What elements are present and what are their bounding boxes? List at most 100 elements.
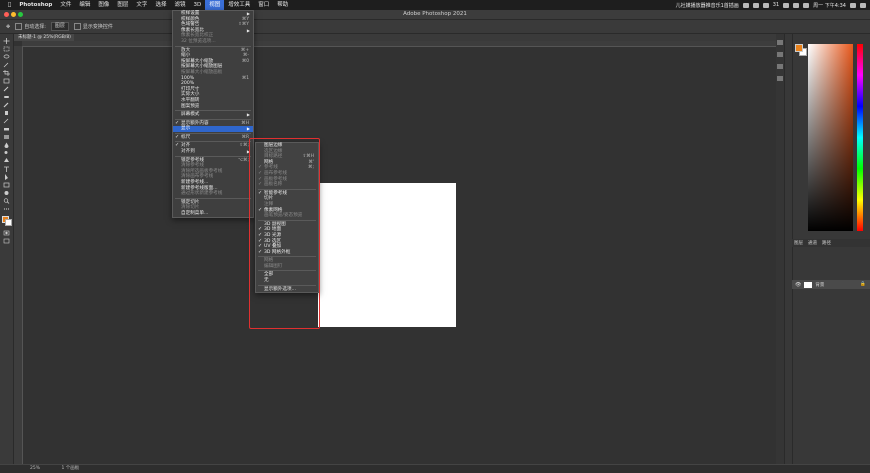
properties-panel-icon[interactable]	[777, 64, 783, 69]
wifi-icon[interactable]	[783, 2, 790, 8]
tab-channels[interactable]: 通道	[808, 240, 817, 246]
menu-file[interactable]: 文件	[56, 0, 75, 10]
blur-tool-icon[interactable]	[3, 142, 10, 148]
now-playing-text[interactable]: 儿社媒播放器推音乐1首插画	[676, 2, 739, 9]
menu-window[interactable]: 窗口	[254, 0, 273, 10]
annotation-highlight-box	[249, 138, 320, 329]
submenu-arrow-icon: ▶	[246, 112, 250, 118]
horizontal-ruler[interactable]	[22, 41, 784, 47]
view-menu-item-39[interactable]: 自定制菜单...	[173, 211, 253, 217]
color-picker-field[interactable]	[808, 44, 853, 231]
menu-type[interactable]: 文字	[132, 0, 151, 10]
clone-stamp-tool-icon[interactable]	[3, 110, 10, 116]
status-icon[interactable]	[742, 2, 749, 8]
menu-item-label: 清除切片	[181, 205, 200, 211]
menu-item-label: 显示	[181, 126, 191, 132]
menubar-status-area: 儿社媒播放器推音乐1首插画 31 周一 下午4:34	[676, 0, 866, 10]
adjustments-panel-icon[interactable]	[777, 52, 783, 57]
menu-item-label: 100%	[181, 75, 195, 81]
menu-item-label: 水平翻转	[181, 97, 200, 103]
auto-select-checkbox[interactable]: 自动选择:	[15, 23, 46, 30]
view-menu-item-17[interactable]: 图案预览	[173, 104, 253, 110]
menu-select[interactable]: 选择	[151, 0, 170, 10]
show-transform-checkbox[interactable]: 显示变换控件	[73, 23, 113, 30]
marquee-tool-icon[interactable]	[3, 46, 10, 52]
document-tab[interactable]: 未标题-1 @ 25%(RGB/8)	[14, 34, 74, 41]
history-brush-tool-icon[interactable]	[3, 118, 10, 124]
tab-layers[interactable]: 图层	[794, 240, 803, 246]
tab-paths[interactable]: 路径	[822, 240, 831, 246]
menu-item-label: 200%	[181, 81, 195, 87]
type-tool-icon[interactable]	[3, 166, 10, 172]
status-icon[interactable]	[752, 2, 759, 8]
auto-select-target-dropdown[interactable]: 图层	[50, 22, 69, 31]
notification-center-icon[interactable]	[860, 2, 866, 8]
menu-3d[interactable]: 3D	[189, 0, 205, 10]
menu-item-label: 清除画布参考线	[181, 174, 214, 180]
eraser-tool-icon[interactable]	[3, 126, 10, 132]
view-menu-item-22[interactable]: 显示 ▶	[173, 126, 253, 132]
crop-tool-icon[interactable]	[3, 70, 10, 76]
document-info[interactable]: 1 个画板	[41, 466, 79, 471]
menu-layer[interactable]: 图层	[113, 0, 132, 10]
battery-icon[interactable]	[762, 2, 769, 8]
control-center-icon[interactable]	[803, 2, 810, 8]
menu-view[interactable]: 视图	[205, 0, 225, 10]
layer-name: 背景	[815, 282, 825, 288]
checkbox-icon	[73, 23, 81, 30]
menu-separator	[175, 197, 251, 199]
libraries-panel-icon[interactable]	[777, 76, 783, 81]
dodge-tool-icon[interactable]	[3, 150, 10, 156]
tools-panel	[0, 34, 14, 464]
view-menu-item-24[interactable]: ✓ 标尺 ⌘R	[173, 134, 253, 141]
view-menu-item-35: 通过形状新建参考线	[173, 191, 253, 197]
document-canvas[interactable]	[318, 183, 456, 327]
hand-tool-icon[interactable]	[3, 190, 10, 196]
view-menu-item-5: 32 位预览选项...	[173, 39, 253, 45]
view-menu-item-27[interactable]: 对齐到 ▶	[173, 149, 253, 155]
quick-mask-icon[interactable]	[3, 230, 10, 236]
menu-help[interactable]: 帮助	[273, 0, 292, 10]
menu-item-label: 通过形状新建参考线	[181, 191, 223, 197]
menu-edit[interactable]: 编辑	[75, 0, 94, 10]
history-panel-icon[interactable]	[777, 40, 783, 45]
view-menu-item-19[interactable]: 屏幕模式 ▶	[173, 112, 253, 118]
app-menu[interactable]: Photoshop	[15, 0, 56, 10]
battery-level: 31	[772, 2, 780, 8]
layer-row[interactable]: 👁 背景 🔒	[792, 280, 870, 289]
menu-plugins[interactable]: 增效工具	[224, 0, 254, 10]
window-title: Adobe Photoshop 2021	[403, 11, 467, 17]
path-selection-tool-icon[interactable]	[3, 174, 10, 180]
panel-dock-icons	[776, 34, 784, 464]
eyedropper-tool-icon[interactable]	[3, 86, 10, 92]
pen-tool-icon[interactable]	[3, 158, 10, 164]
rectangle-tool-icon[interactable]	[3, 182, 10, 188]
gradient-tool-icon[interactable]	[3, 134, 10, 140]
move-tool-icon[interactable]: ✥	[6, 24, 10, 30]
search-icon[interactable]	[793, 2, 800, 8]
document-tab-bar	[14, 34, 784, 41]
frame-tool-icon[interactable]	[3, 78, 10, 84]
siri-icon[interactable]	[850, 2, 856, 8]
menu-separator	[175, 110, 251, 112]
move-tool-icon[interactable]	[3, 38, 10, 44]
background-color-swatch[interactable]	[5, 219, 12, 226]
vertical-ruler[interactable]	[14, 46, 23, 464]
screen-mode-icon[interactable]	[3, 238, 10, 244]
brush-tool-icon[interactable]	[3, 102, 10, 108]
lasso-tool-icon[interactable]	[3, 54, 10, 60]
panel-fg-swatch[interactable]	[795, 44, 803, 52]
clock[interactable]: 周一 下午4:34	[813, 2, 846, 9]
apple-icon[interactable]: 	[4, 0, 15, 10]
menu-image[interactable]: 图像	[94, 0, 113, 10]
more-tools-icon[interactable]	[3, 206, 10, 212]
healing-brush-tool-icon[interactable]	[3, 94, 10, 100]
hue-slider[interactable]	[857, 44, 863, 231]
menu-filter[interactable]: 滤镜	[170, 0, 189, 10]
zoom-level[interactable]: 25%	[0, 466, 40, 471]
zoom-tool-icon[interactable]	[3, 198, 10, 204]
eye-icon[interactable]: 👁	[795, 282, 801, 288]
layers-panel-tabs: 图层 通道 路径	[792, 239, 870, 247]
magic-wand-tool-icon[interactable]	[3, 62, 10, 68]
menu-separator	[175, 155, 251, 157]
